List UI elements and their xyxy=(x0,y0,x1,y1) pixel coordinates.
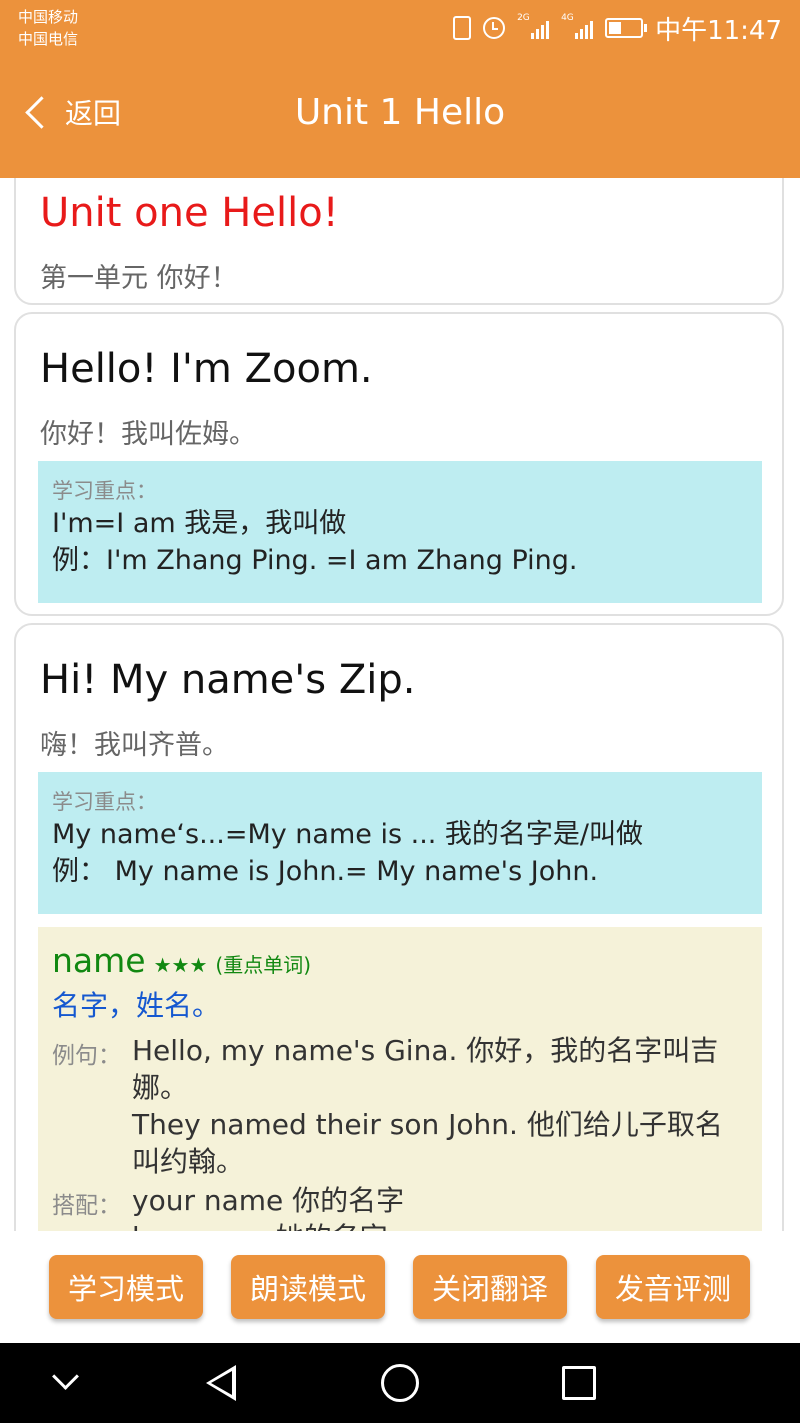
unit-title-zh: 第一单元 你好！ xyxy=(40,263,238,294)
key-points-box: 学习重点： My name‘s...=My name is ... 我的名字是/… xyxy=(38,772,762,914)
alarm-icon xyxy=(483,17,506,39)
key-points-heading: 学习重点： xyxy=(52,790,157,814)
example-sentence: Hello, my name's Gina. 你好，我的名字叫吉娜。 xyxy=(132,1034,719,1104)
example-label: 例句： xyxy=(52,1043,121,1069)
sentence-zh: 你好！我叫佐姆。 xyxy=(40,419,256,450)
collocation: her name 她的名字 xyxy=(132,1219,404,1231)
signal-2g-icon: 2G xyxy=(517,13,550,39)
vocab-word[interactable]: name xyxy=(52,941,146,980)
app-header: 中国移动 中国电信 2G 4G 中午11:47 返回 Unit 1 Hello xyxy=(0,0,800,178)
battery-icon xyxy=(605,18,648,38)
signal-2g-label: 2G xyxy=(517,13,530,23)
vocab-meaning: 名字，姓名。 xyxy=(52,989,221,1022)
page-title: Unit 1 Hello xyxy=(294,92,506,133)
key-point-line: I'm=I am 我是，我叫做 xyxy=(52,508,347,539)
pronunciation-test-button[interactable]: 发音评测 xyxy=(596,1255,750,1319)
sentence-en: Hello! I'm Zoom. xyxy=(40,346,373,392)
key-point-line: 例：I'm Zhang Ping. =I am Zhang Ping. xyxy=(52,545,578,576)
star-rating-icon: ★★★ xyxy=(153,953,208,977)
unit-title-en: Unit one Hello! xyxy=(40,190,339,236)
nav-home-icon[interactable] xyxy=(381,1364,419,1402)
key-point-line: My name‘s...=My name is ... 我的名字是/叫做 xyxy=(52,819,644,850)
system-nav-bar xyxy=(0,1343,800,1423)
carrier-1: 中国移动 xyxy=(18,8,79,26)
toggle-translation-button[interactable]: 关闭翻译 xyxy=(413,1255,567,1319)
carrier-2: 中国电信 xyxy=(18,30,79,48)
mode-button-bar: 学习模式 朗读模式 关闭翻译 发音评测 xyxy=(0,1231,800,1343)
sentence-card-3[interactable]: Hi! My name's Zip. 嗨！我叫齐普。 学习重点： My name… xyxy=(14,623,784,1231)
nav-recents-icon[interactable] xyxy=(562,1366,596,1400)
clock: 中午11:47 xyxy=(655,15,782,46)
example-sentences: 例句： Hello, my name's Gina. 你好，我的名字叫吉娜。 T… xyxy=(52,1032,748,1180)
key-point-line: 例： My name is John.= My name's John. xyxy=(52,856,599,887)
signal-4g-icon: 4G xyxy=(561,13,594,39)
importance-label: (重点单词) xyxy=(215,953,311,977)
collocations: 搭配： your name 你的名字 her name 她的名字 xyxy=(52,1182,748,1231)
key-points-heading: 学习重点： xyxy=(52,479,157,503)
read-aloud-mode-button[interactable]: 朗读模式 xyxy=(231,1255,385,1319)
sentence-card-1[interactable]: Unit one Hello! 第一单元 你好！ xyxy=(14,178,784,305)
hide-nav-icon[interactable] xyxy=(52,1363,79,1390)
collocation-label: 搭配： xyxy=(52,1193,121,1219)
sentence-zh: 嗨！我叫齐普。 xyxy=(40,730,229,761)
sentence-card-2[interactable]: Hello! I'm Zoom. 你好！我叫佐姆。 学习重点： I'm=I am… xyxy=(14,312,784,616)
collocation: your name 你的名字 xyxy=(132,1184,405,1217)
status-icons: 2G 4G 中午11:47 xyxy=(453,12,782,46)
vocab-header: name ★★★ (重点单词) xyxy=(52,941,748,980)
nav-back-icon[interactable] xyxy=(206,1365,236,1401)
lesson-content[interactable]: Unit one Hello! 第一单元 你好！ Hello! I'm Zoom… xyxy=(0,178,800,1231)
example-sentence: They named their son John. 他们给儿子取名叫约翰。 xyxy=(132,1108,723,1178)
key-points-box: 学习重点： I'm=I am 我是，我叫做 例：I'm Zhang Ping. … xyxy=(38,461,762,603)
sentence-en: Hi! My name's Zip. xyxy=(40,657,416,703)
vibrate-icon xyxy=(453,16,472,40)
study-mode-button[interactable]: 学习模式 xyxy=(49,1255,203,1319)
signal-4g-label: 4G xyxy=(561,13,574,23)
vocabulary-box: name ★★★ (重点单词) 名字，姓名。 例句： Hello, my nam… xyxy=(38,927,762,1231)
carrier-info: 中国移动 中国电信 xyxy=(18,6,78,50)
